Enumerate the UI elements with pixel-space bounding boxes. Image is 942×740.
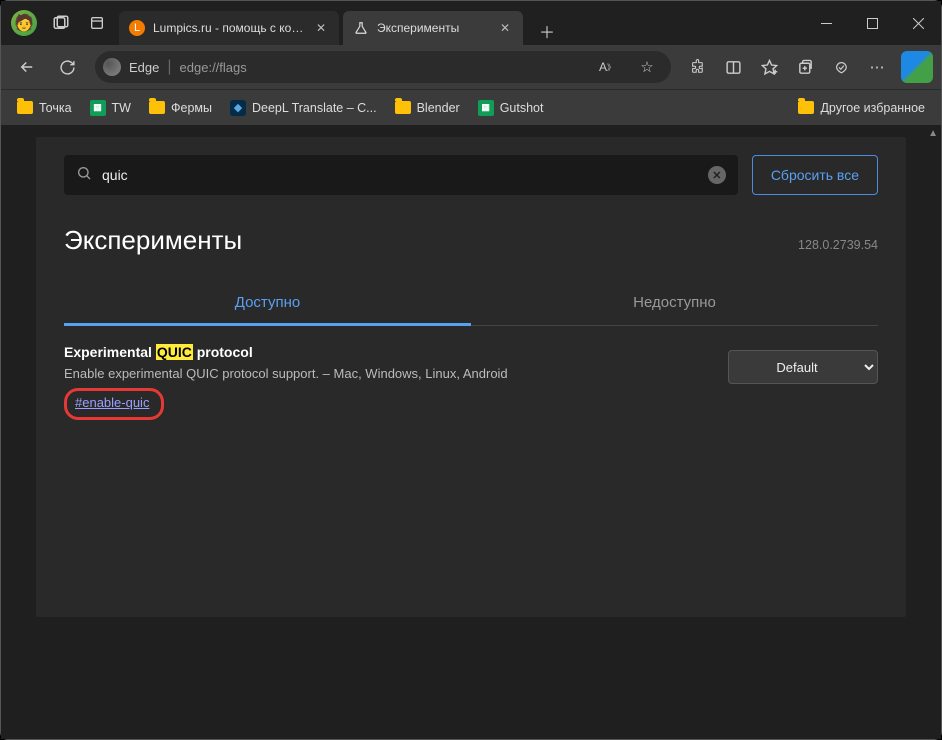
folder-icon [798,101,814,114]
page-title: Эксперименты [64,225,878,256]
edge-logo-icon [103,58,121,76]
performance-icon[interactable] [825,51,857,83]
scroll-up-arrow[interactable]: ▲ [928,128,938,139]
flags-search-input[interactable] [102,167,698,183]
split-screen-icon[interactable] [717,51,749,83]
refresh-button[interactable] [49,50,85,84]
close-window-button[interactable] [895,1,941,45]
flag-title: Experimental QUIC protocol [64,344,708,360]
minimize-button[interactable] [803,1,849,45]
folder-icon [149,101,165,114]
bookmark-other[interactable]: Другое избранное [790,97,933,119]
collections-icon[interactable] [789,51,821,83]
maximize-button[interactable] [849,1,895,45]
new-tab-button[interactable]: ＋ [533,17,561,45]
bookmark-tw[interactable]: ▦ TW [82,96,139,120]
url-separator: | [167,58,171,76]
flag-item-enable-quic: Experimental QUIC protocol Enable experi… [64,326,878,438]
flag-state-select[interactable]: Default [728,350,878,384]
tab-available[interactable]: Доступно [64,284,471,325]
bookmark-tochka[interactable]: Точка [9,97,80,119]
favicon-lumpics: L [129,20,145,36]
profile-avatar[interactable]: 🧑 [11,10,37,36]
bookmark-fermy[interactable]: Фермы [141,97,220,119]
bookmark-label: TW [112,101,131,115]
annotation-highlight: #enable-quic [64,388,164,420]
flag-description: Enable experimental QUIC protocol suppor… [64,365,708,384]
favorite-star-icon[interactable]: ☆ [631,51,663,83]
close-icon[interactable]: ✕ [313,20,329,36]
folder-icon [17,101,33,114]
flags-search-box[interactable]: ✕ [64,155,738,195]
tab-actions-icon[interactable] [83,9,111,37]
flag-hash-link[interactable]: #enable-quic [75,395,149,410]
edge-label: Edge [129,60,159,75]
bookmark-label: DeepL Translate – С... [252,101,377,115]
search-highlight: QUIC [156,344,193,360]
flask-icon [353,20,369,36]
sheet-icon: ▦ [90,100,106,116]
tab-experiments[interactable]: Эксперименты ✕ [343,11,523,45]
tab-unavailable[interactable]: Недоступно [471,284,878,325]
folder-icon [395,101,411,114]
deepl-icon: ◆ [230,100,246,116]
bookmark-label: Gutshot [500,101,544,115]
extensions-icon[interactable] [681,51,713,83]
address-bar[interactable]: Edge | edge://flags A》 ☆ [95,51,671,83]
reading-mode-icon[interactable]: A》 [591,51,623,83]
favorites-icon[interactable] [753,51,785,83]
version-text: 128.0.2739.54 [798,238,878,252]
search-icon [76,165,92,186]
url-text: edge://flags [180,60,583,75]
sheet-icon: ▦ [478,100,494,116]
bookmark-label: Фермы [171,101,212,115]
bookmark-gutshot[interactable]: ▦ Gutshot [470,96,552,120]
copilot-icon[interactable] [901,51,933,83]
tab-title: Lumpics.ru - помощь с компьюте [153,21,305,35]
bookmark-blender[interactable]: Blender [387,97,468,119]
tab-lumpics[interactable]: L Lumpics.ru - помощь с компьюте ✕ [119,11,339,45]
workspaces-icon[interactable] [47,9,75,37]
bookmark-deepl[interactable]: ◆ DeepL Translate – С... [222,96,385,120]
close-icon[interactable]: ✕ [497,20,513,36]
tab-title: Эксперименты [377,21,489,35]
clear-search-icon[interactable]: ✕ [708,166,726,184]
bookmark-label: Blender [417,101,460,115]
bookmark-label: Другое избранное [820,101,925,115]
menu-icon[interactable]: ⋯ [861,51,893,83]
reset-all-button[interactable]: Сбросить все [752,155,878,195]
back-button[interactable] [9,50,45,84]
bookmark-label: Точка [39,101,72,115]
